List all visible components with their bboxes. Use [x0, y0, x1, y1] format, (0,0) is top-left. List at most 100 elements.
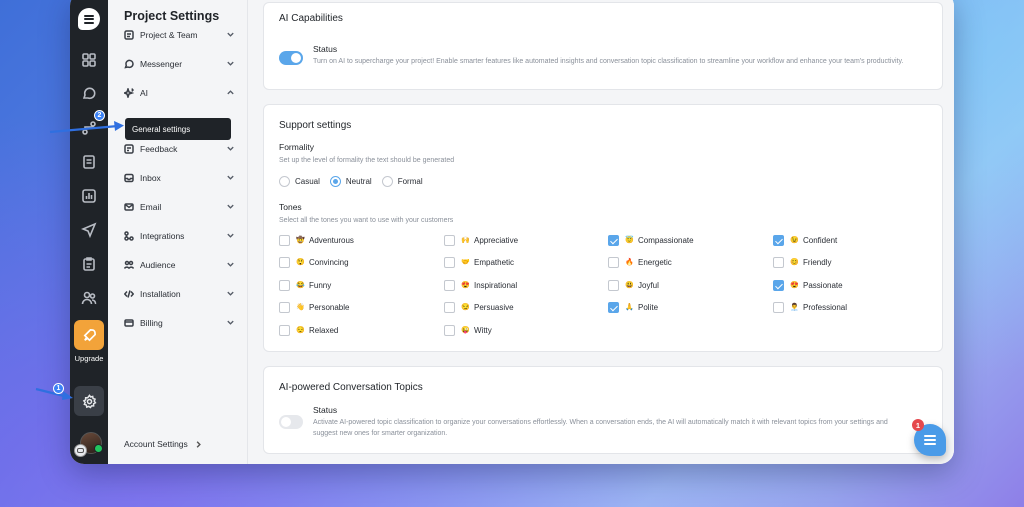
tone-polite[interactable]: 🙏 Polite [608, 302, 658, 313]
main-content: AI Capabilities Status Turn on AI to sup… [248, 0, 954, 464]
articles-icon[interactable] [79, 152, 99, 172]
formality-label: Formality [279, 142, 314, 152]
nav-item-inbox[interactable]: Inbox [124, 169, 236, 187]
nav-item-label: Audience [140, 260, 176, 270]
tone-checkbox[interactable] [444, 325, 455, 336]
tone-checkbox[interactable] [608, 280, 619, 291]
tone-persuasive[interactable]: 😏 Persuasive [444, 302, 514, 313]
nav-item-label: Email [140, 202, 162, 212]
radio-label: Casual [295, 177, 320, 186]
nav-item-messenger[interactable]: Messenger [124, 55, 236, 73]
tone-inspirational[interactable]: 😍 Inspirational [444, 280, 517, 291]
app-window: 2 Upgrade Project Settings Project & Tea… [70, 0, 954, 464]
chat-unread-badge: 1 [912, 419, 924, 431]
tone-label: Funny [309, 281, 332, 290]
formality-option-neutral[interactable]: Neutral [329, 176, 372, 187]
nav-sub-general-settings[interactable]: General settings [125, 118, 231, 140]
tone-funny[interactable]: 😂 Funny [279, 280, 331, 291]
tone-friendly[interactable]: 😊 Friendly [773, 257, 831, 268]
tone-passionate[interactable]: 😍 Passionate [773, 280, 843, 291]
tones-desc: Select all the tones you want to use wit… [279, 217, 454, 224]
chevron-up-icon [226, 88, 236, 98]
tone-checkbox[interactable] [608, 257, 619, 268]
tone-witty[interactable]: 😜 Witty [444, 325, 492, 336]
tone-convincing[interactable]: 😲 Convincing [279, 257, 349, 268]
ai-status-desc: Turn on AI to supercharge your project! … [313, 58, 904, 65]
tone-emoji-icon: 😲 [296, 259, 305, 266]
app-logo-icon[interactable] [78, 8, 100, 30]
tone-joyful[interactable]: 😃 Joyful [608, 280, 659, 291]
nav-item-audience[interactable]: Audience [124, 256, 236, 274]
tone-checkbox[interactable] [608, 302, 619, 313]
tone-checkbox[interactable] [279, 257, 290, 268]
tone-label: Inspirational [474, 281, 518, 290]
tone-emoji-icon: 🤝 [461, 259, 470, 266]
radio-label: Neutral [345, 177, 372, 186]
tone-appreciative[interactable]: 🙌 Appreciative [444, 235, 518, 246]
ai-status-label: Status [313, 44, 338, 54]
nav-item-installation[interactable]: Installation [124, 285, 236, 303]
upgrade-button[interactable] [74, 320, 104, 350]
support-settings-card: Support settings Formality Set up the le… [263, 104, 943, 352]
tone-checkbox[interactable] [773, 235, 784, 246]
tone-checkbox[interactable] [279, 235, 290, 246]
chevron-down-icon [226, 59, 236, 69]
tone-label: Friendly [803, 258, 832, 267]
dashboard-icon[interactable] [79, 50, 99, 70]
tone-emoji-icon: 😊 [790, 259, 799, 266]
tone-checkbox[interactable] [279, 325, 290, 336]
topics-status-desc: Activate AI-powered topic classification… [313, 419, 888, 437]
tone-checkbox[interactable] [444, 280, 455, 291]
tone-checkbox[interactable] [279, 302, 290, 313]
project-avatar-icon[interactable] [74, 444, 87, 457]
upgrade-label: Upgrade [74, 354, 104, 363]
nav-item-integrations[interactable]: Integrations [124, 227, 236, 245]
nav-item-email[interactable]: Email [124, 198, 236, 216]
gear-icon [82, 393, 96, 409]
topics-title: AI-powered Conversation Topics [279, 382, 423, 393]
nav-item-ai[interactable]: AI [124, 84, 236, 102]
account-settings-link[interactable]: Account Settings [124, 439, 203, 449]
topics-status-toggle[interactable] [279, 415, 303, 429]
project-team-icon [124, 30, 134, 40]
tone-adventurous[interactable]: 🤠 Adventurous [279, 235, 354, 246]
tone-checkbox[interactable] [773, 257, 784, 268]
nav-item-label: Integrations [140, 231, 185, 241]
contacts-icon[interactable] [79, 288, 99, 308]
tone-personable[interactable]: 👋 Personable [279, 302, 349, 313]
tone-empathetic[interactable]: 🤝 Empathetic [444, 257, 514, 268]
tone-relaxed[interactable]: 😌 Relaxed [279, 325, 338, 336]
conversations-icon[interactable] [79, 84, 99, 104]
tone-checkbox[interactable] [608, 235, 619, 246]
inbox-icon [124, 173, 134, 183]
tone-checkbox[interactable] [444, 257, 455, 268]
formality-option-casual[interactable]: Casual [279, 176, 320, 187]
tone-emoji-icon: 😜 [461, 327, 470, 334]
radio-dot [279, 176, 290, 187]
formality-option-formal[interactable]: Formal [381, 176, 423, 187]
tone-label: Adventurous [309, 236, 354, 245]
chevron-down-icon [226, 260, 236, 270]
tone-checkbox[interactable] [444, 235, 455, 246]
tone-checkbox[interactable] [444, 302, 455, 313]
ai-status-toggle[interactable] [279, 51, 303, 65]
tone-checkbox[interactable] [279, 280, 290, 291]
nav-item-label: Messenger [140, 59, 183, 69]
nav-item-billing[interactable]: Billing [124, 314, 236, 332]
nav-item-project-team[interactable]: Project & Team [124, 26, 236, 44]
integrations-icon [124, 231, 134, 241]
tone-checkbox[interactable] [773, 280, 784, 291]
tone-professional[interactable]: 👨‍💼 Professional [773, 302, 847, 313]
reports-icon[interactable] [79, 186, 99, 206]
settings-button[interactable] [74, 386, 104, 416]
chevron-down-icon [226, 30, 236, 40]
tone-compassionate[interactable]: 😇 Compassionate [608, 235, 694, 246]
tone-energetic[interactable]: 🔥 Energetic [608, 257, 672, 268]
conversation-topics-card: AI-powered Conversation Topics Status Ac… [263, 366, 943, 454]
tasks-icon[interactable] [79, 254, 99, 274]
nav-item-feedback[interactable]: Feedback [124, 140, 236, 158]
send-icon[interactable] [79, 220, 99, 240]
tone-confident[interactable]: 😉 Confident [773, 235, 837, 246]
tone-checkbox[interactable] [773, 302, 784, 313]
audience-icon [124, 260, 134, 270]
